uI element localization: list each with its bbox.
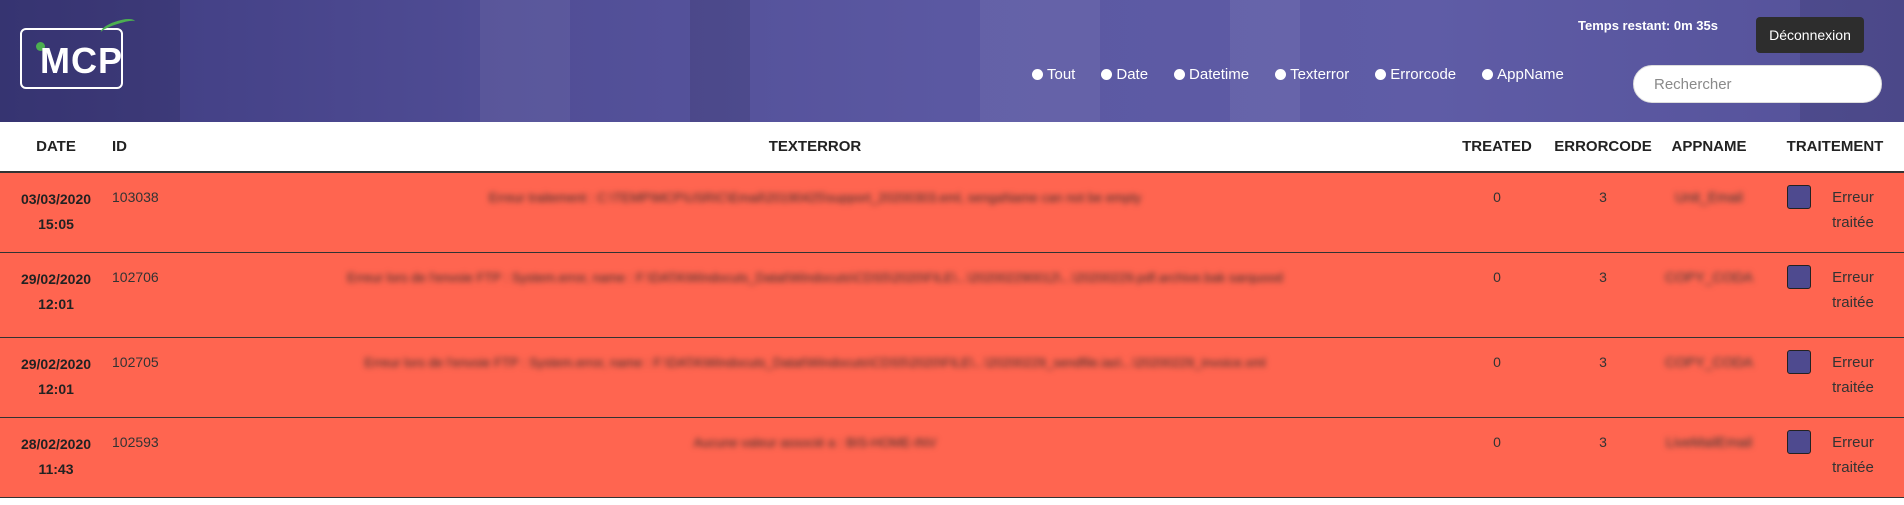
filter-label: Date xyxy=(1116,66,1149,83)
filter-group: Tout Date Datetime Texterror Errorcode A… xyxy=(1032,66,1590,83)
radio-icon[interactable] xyxy=(1032,69,1043,80)
treated-cell: 0 xyxy=(1493,433,1501,450)
filter-texterror[interactable]: Texterror xyxy=(1275,66,1349,83)
appname-cell: COPY_CODA xyxy=(1665,268,1753,285)
radio-icon[interactable] xyxy=(1275,69,1287,80)
column-header-treated[interactable]: TREATED xyxy=(1440,122,1554,173)
traitement-cell: Erreur traitée xyxy=(1766,172,1904,252)
date-value: 28/02/2020 xyxy=(20,435,92,452)
table-row: 03/03/2020 15:05 103038 Erreur traitement… xyxy=(0,172,1904,252)
session-timer: Temps restant: 0m 35s xyxy=(1578,18,1718,33)
date-cell: 29/02/2020 12:01 xyxy=(0,252,112,337)
bg-shade xyxy=(1230,0,1300,122)
treated-checkbox[interactable] xyxy=(1787,429,1811,454)
radio-icon[interactable] xyxy=(1375,69,1387,80)
logo[interactable]: MCP xyxy=(20,15,137,89)
treated-checkbox[interactable] xyxy=(1787,264,1811,289)
texterror-cell: Aucune valeur associé a : BIS-HOME-INV xyxy=(693,434,937,450)
date-value: 29/02/2020 xyxy=(20,355,92,372)
id-cell: 102706 xyxy=(112,268,159,285)
treated-checkbox[interactable] xyxy=(1787,185,1811,209)
bg-shade xyxy=(480,0,570,122)
filter-errorcode[interactable]: Errorcode xyxy=(1375,66,1456,83)
treated-checkbox[interactable] xyxy=(1787,349,1811,374)
treat-label: Erreur traitée xyxy=(1832,189,1874,231)
texterror-cell: Erreur traitement : C:\TEMP\MCP\USRIC\Em… xyxy=(488,190,1142,205)
id-cell: 103038 xyxy=(112,189,159,205)
treat-label: Erreur traitée xyxy=(1832,268,1874,311)
filter-label: Tout xyxy=(1047,66,1076,83)
table-row: 28/02/2020 11:43 102593 Aucune valeur ass… xyxy=(0,417,1904,497)
header: MCP Temps restant: 0m 35s Déconnexion To… xyxy=(0,0,1904,122)
table-row: 29/02/2020 12:01 102706 Erreur lors de l'… xyxy=(0,252,1904,337)
date-cell: 29/02/2020 12:01 xyxy=(0,337,112,417)
column-header-appname[interactable]: APPNAME xyxy=(1652,122,1766,173)
id-cell: 102593 xyxy=(112,433,159,450)
date-value: 03/03/2020 xyxy=(20,191,92,207)
column-header-texterror[interactable]: TEXTERROR xyxy=(190,122,1440,173)
treated-cell: 0 xyxy=(1493,189,1501,205)
bg-shade xyxy=(980,0,1100,122)
treat-label: Erreur traitée xyxy=(1832,353,1874,396)
filter-datetime[interactable]: Datetime xyxy=(1174,66,1249,83)
search-input[interactable] xyxy=(1633,65,1882,103)
filter-tout[interactable]: Tout xyxy=(1032,66,1075,83)
texterror-cell: Erreur lors de l'envoie FTP : System.err… xyxy=(346,269,1284,285)
texterror-cell: Erreur lors de l'envoie FTP : System.err… xyxy=(364,354,1266,370)
bg-shade xyxy=(690,0,750,122)
time-value: 11:43 xyxy=(38,460,74,477)
time-value: 12:01 xyxy=(38,295,74,312)
time-value: 15:05 xyxy=(38,216,74,232)
filter-date[interactable]: Date xyxy=(1101,66,1148,83)
radio-icon[interactable] xyxy=(1174,69,1186,80)
date-value: 29/02/2020 xyxy=(20,270,92,287)
id-cell: 102705 xyxy=(112,353,159,370)
column-header-id[interactable]: ID xyxy=(112,122,190,173)
logout-button[interactable]: Déconnexion xyxy=(1756,17,1864,53)
errorcode-cell: 3 xyxy=(1599,189,1607,205)
radio-icon[interactable] xyxy=(1101,69,1113,80)
date-cell: 28/02/2020 11:43 xyxy=(0,417,112,497)
errorcode-cell: 3 xyxy=(1599,353,1607,370)
filter-label: Datetime xyxy=(1189,66,1250,83)
filter-label: Texterror xyxy=(1290,66,1350,83)
errorcode-cell: 3 xyxy=(1599,433,1607,450)
logo-text: MCP xyxy=(40,40,123,81)
appname-cell: COPY_CODA xyxy=(1665,353,1753,370)
time-value: 12:01 xyxy=(38,380,74,397)
radio-icon[interactable] xyxy=(1482,69,1494,80)
treated-cell: 0 xyxy=(1493,353,1501,370)
column-header-errorcode[interactable]: ERRORCODE xyxy=(1554,122,1652,173)
filter-label: AppName xyxy=(1497,66,1564,83)
treat-label: Erreur traitée xyxy=(1832,433,1874,476)
filter-label: Errorcode xyxy=(1390,66,1457,83)
table-header-row: DATE ID TEXTERROR TREATED ERRORCODE APPN… xyxy=(0,122,1904,173)
traitement-cell: Erreur traitée xyxy=(1766,252,1904,337)
date-cell: 03/03/2020 15:05 xyxy=(0,172,112,252)
column-header-date[interactable]: DATE xyxy=(0,122,112,173)
traitement-cell: Erreur traitée xyxy=(1766,417,1904,497)
filter-appname[interactable]: AppName xyxy=(1482,66,1564,83)
appname-cell: LiveMailEmail xyxy=(1665,433,1753,450)
appname-cell: Unit_Email xyxy=(1675,189,1743,205)
column-header-traitement[interactable]: TRAITEMENT xyxy=(1766,122,1904,173)
traitement-cell: Erreur traitée xyxy=(1766,337,1904,417)
table-row: 29/02/2020 12:01 102705 Erreur lors de l'… xyxy=(0,337,1904,417)
error-table: DATE ID TEXTERROR TREATED ERRORCODE APPN… xyxy=(0,122,1904,498)
errorcode-cell: 3 xyxy=(1599,268,1607,285)
treated-cell: 0 xyxy=(1493,268,1501,285)
